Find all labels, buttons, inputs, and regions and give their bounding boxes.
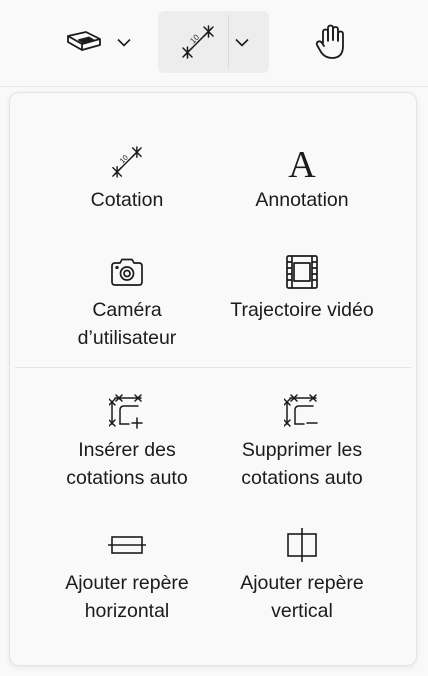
add-vertical-guide-label: Ajouter repère vertical — [240, 572, 364, 622]
svg-text:A: A — [288, 145, 316, 179]
split-divider — [228, 15, 229, 69]
dimension-icon: 10 — [110, 143, 144, 181]
camera-icon — [109, 253, 145, 291]
toolbar: 10 — [0, 0, 428, 87]
hand-icon — [314, 24, 348, 60]
user-camera-label: Caméra d’utilisateur — [77, 299, 177, 349]
annotation-icon: A — [285, 143, 319, 181]
measure-icon: 10 — [180, 25, 216, 59]
video-trajectory-item[interactable]: Trajectoire vidéo — [207, 253, 397, 324]
pan-button[interactable] — [302, 14, 360, 70]
vertical-guide-icon — [286, 526, 318, 564]
annotation-label: Annotation — [255, 189, 349, 211]
cotation-item[interactable]: 10 Cotation — [32, 143, 222, 214]
annotation-item[interactable]: A Annotation — [207, 143, 397, 214]
chevron-down-icon[interactable] — [235, 38, 249, 47]
svg-text:10: 10 — [188, 32, 201, 45]
horizontal-guide-icon — [108, 526, 146, 564]
cotation-label: Cotation — [90, 189, 164, 211]
3d-view-icon — [65, 29, 105, 55]
measure-flyout-panel: 10 Cotation A Annotation Caméra d’utilis… — [9, 92, 417, 666]
svg-text:10: 10 — [118, 153, 130, 165]
measure-button[interactable]: 10 — [158, 11, 269, 73]
view-3d-button[interactable] — [58, 16, 138, 68]
add-horizontal-guide-item[interactable]: Ajouter repère horizontal — [32, 526, 222, 625]
chevron-down-icon — [117, 38, 131, 47]
insert-auto-dimensions-icon — [109, 393, 145, 431]
remove-auto-dimensions-item[interactable]: Supprimer les cotations auto — [207, 393, 397, 492]
insert-auto-dimensions-label: Insérer des cotations auto — [66, 439, 188, 489]
video-trajectory-label: Trajectoire vidéo — [230, 299, 374, 321]
insert-auto-dimensions-item[interactable]: Insérer des cotations auto — [32, 393, 222, 492]
add-vertical-guide-item[interactable]: Ajouter repère vertical — [207, 526, 397, 625]
add-horizontal-guide-label: Ajouter repère horizontal — [65, 572, 189, 622]
separator — [15, 367, 411, 368]
remove-auto-dimensions-icon — [284, 393, 320, 431]
user-camera-item[interactable]: Caméra d’utilisateur — [32, 253, 222, 352]
remove-auto-dimensions-label: Supprimer les cotations auto — [241, 439, 363, 489]
video-trajectory-icon — [284, 253, 320, 291]
